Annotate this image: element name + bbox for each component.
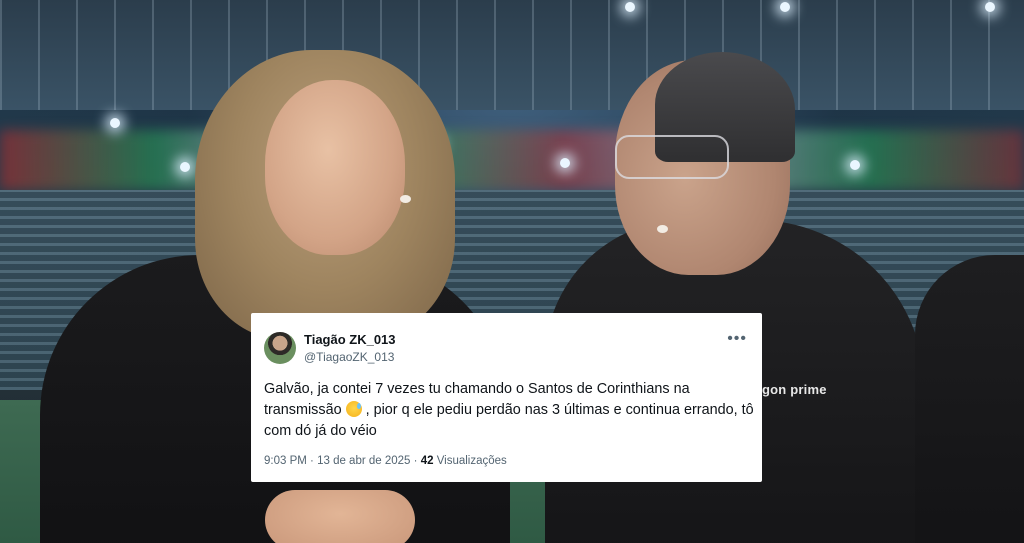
- floodlight: [625, 2, 635, 12]
- meta-separator: ·: [310, 455, 314, 467]
- tweet-time[interactable]: 9:03 PM: [264, 455, 307, 467]
- third-person-silhouette: [915, 255, 1024, 543]
- presenter-woman-hands: [265, 490, 415, 543]
- headset-mic: [657, 225, 668, 233]
- floodlight: [780, 2, 790, 12]
- meta-separator: ·: [413, 455, 418, 467]
- tweet-meta: 9:03 PM · 13 de abr de 2025 · 42 Visuali…: [264, 455, 507, 467]
- stadium-roof: [0, 0, 1024, 110]
- floodlight: [850, 160, 860, 170]
- grinning-sweat-emoji-icon: [345, 401, 362, 417]
- floodlight: [110, 118, 120, 128]
- display-name[interactable]: Tiagão ZK_013: [304, 332, 396, 347]
- tweet-text: Galvão, ja contei 7 vezes tu chamando o …: [264, 379, 754, 442]
- floodlight: [180, 162, 190, 172]
- headset-mic: [400, 195, 411, 203]
- tweet-card[interactable]: Tiagão ZK_013 @TiagaoZK_013 ••• Galvão, …: [251, 313, 762, 482]
- stadium-lights: [0, 130, 1024, 190]
- user-handle[interactable]: @TiagaoZK_013: [304, 350, 394, 364]
- floodlight: [560, 158, 570, 168]
- presenter-man-glasses: [615, 135, 729, 179]
- views-label[interactable]: Visualizações: [437, 455, 507, 467]
- jacket-logo: gon prime: [762, 382, 827, 397]
- more-horizontal-icon[interactable]: •••: [727, 330, 747, 348]
- tweet-date[interactable]: 13 de abr de 2025: [317, 455, 410, 467]
- floodlight: [985, 2, 995, 12]
- views-count[interactable]: 42: [421, 455, 434, 467]
- presenter-woman-face: [265, 80, 405, 255]
- user-avatar[interactable]: [264, 332, 296, 364]
